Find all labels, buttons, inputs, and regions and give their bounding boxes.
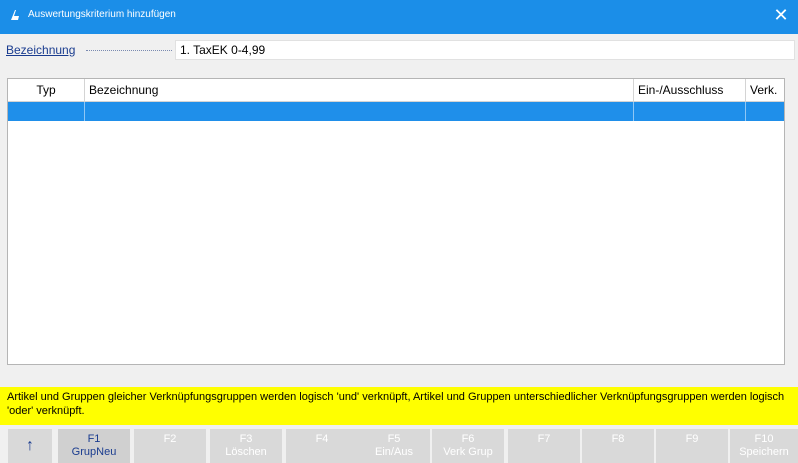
column-header-typ[interactable]: Typ xyxy=(8,79,85,101)
f4-button[interactable]: F4 xyxy=(286,429,358,463)
up-arrow-icon[interactable]: ↑ xyxy=(8,429,52,463)
fkey-label: Speichern xyxy=(739,446,789,458)
fkey-label: Ein/Aus xyxy=(375,446,413,458)
fkey-label: GrupNeu xyxy=(71,446,117,458)
close-button[interactable]: ✕ xyxy=(770,4,792,26)
fkey-number: F10 xyxy=(754,433,774,445)
fkey-number: F6 xyxy=(461,433,475,445)
table-row[interactable] xyxy=(8,102,784,121)
fkey-number: F1 xyxy=(87,433,101,445)
f2-button[interactable]: F2 xyxy=(134,429,206,463)
name-label: Bezeichnung xyxy=(6,43,76,57)
fkey-number: F3 xyxy=(239,433,253,445)
fkey-number: F8 xyxy=(611,433,625,445)
fkey-number: F2 xyxy=(163,433,177,445)
fkey-number: F5 xyxy=(387,433,401,445)
function-key-bar: ↑ F1 GrupNeu F2 F3 Löschen F4 F5 Ein/Aus… xyxy=(0,429,798,463)
title-bar: Auswertungskriterium hinzufügen ✕ xyxy=(0,0,798,34)
f6-verk-grup-button[interactable]: F6 Verk Grup xyxy=(432,429,504,463)
f9-button[interactable]: F9 xyxy=(656,429,728,463)
name-row: Bezeichnung xyxy=(0,40,798,62)
f10-speichern-button[interactable]: F10 Speichern xyxy=(730,429,798,463)
cell-bezeichnung[interactable] xyxy=(85,102,634,121)
hint-message: Artikel und Gruppen gleicher Verknüpfung… xyxy=(0,387,798,425)
cell-typ[interactable] xyxy=(8,102,85,121)
column-header-ein-ausschluss[interactable]: Ein-/Ausschluss xyxy=(634,79,746,101)
fkey-number: F9 xyxy=(685,433,699,445)
f7-button[interactable]: F7 xyxy=(508,429,580,463)
cell-verk[interactable] xyxy=(746,102,784,121)
fkey-number: F4 xyxy=(315,433,329,445)
cell-ein-ausschluss[interactable] xyxy=(634,102,746,121)
name-input[interactable] xyxy=(175,40,795,60)
f1-grupneu-button[interactable]: F1 GrupNeu xyxy=(58,429,130,463)
app-icon xyxy=(11,10,19,20)
column-header-bezeichnung[interactable]: Bezeichnung xyxy=(85,79,634,101)
window-title: Auswertungskriterium hinzufügen xyxy=(28,9,176,20)
fkey-label: Löschen xyxy=(225,446,267,458)
fkey-label: Verk Grup xyxy=(443,446,493,458)
label-leader-dots xyxy=(86,50,172,51)
criteria-grid[interactable]: Typ Bezeichnung Ein-/Ausschluss Verk. xyxy=(7,78,785,365)
grid-header: Typ Bezeichnung Ein-/Ausschluss Verk. xyxy=(8,79,784,102)
f5-ein-aus-button[interactable]: F5 Ein/Aus xyxy=(358,429,430,463)
column-header-verk[interactable]: Verk. xyxy=(746,79,784,101)
f8-button[interactable]: F8 xyxy=(582,429,654,463)
fkey-number: F7 xyxy=(537,433,551,445)
f3-loeschen-button[interactable]: F3 Löschen xyxy=(210,429,282,463)
